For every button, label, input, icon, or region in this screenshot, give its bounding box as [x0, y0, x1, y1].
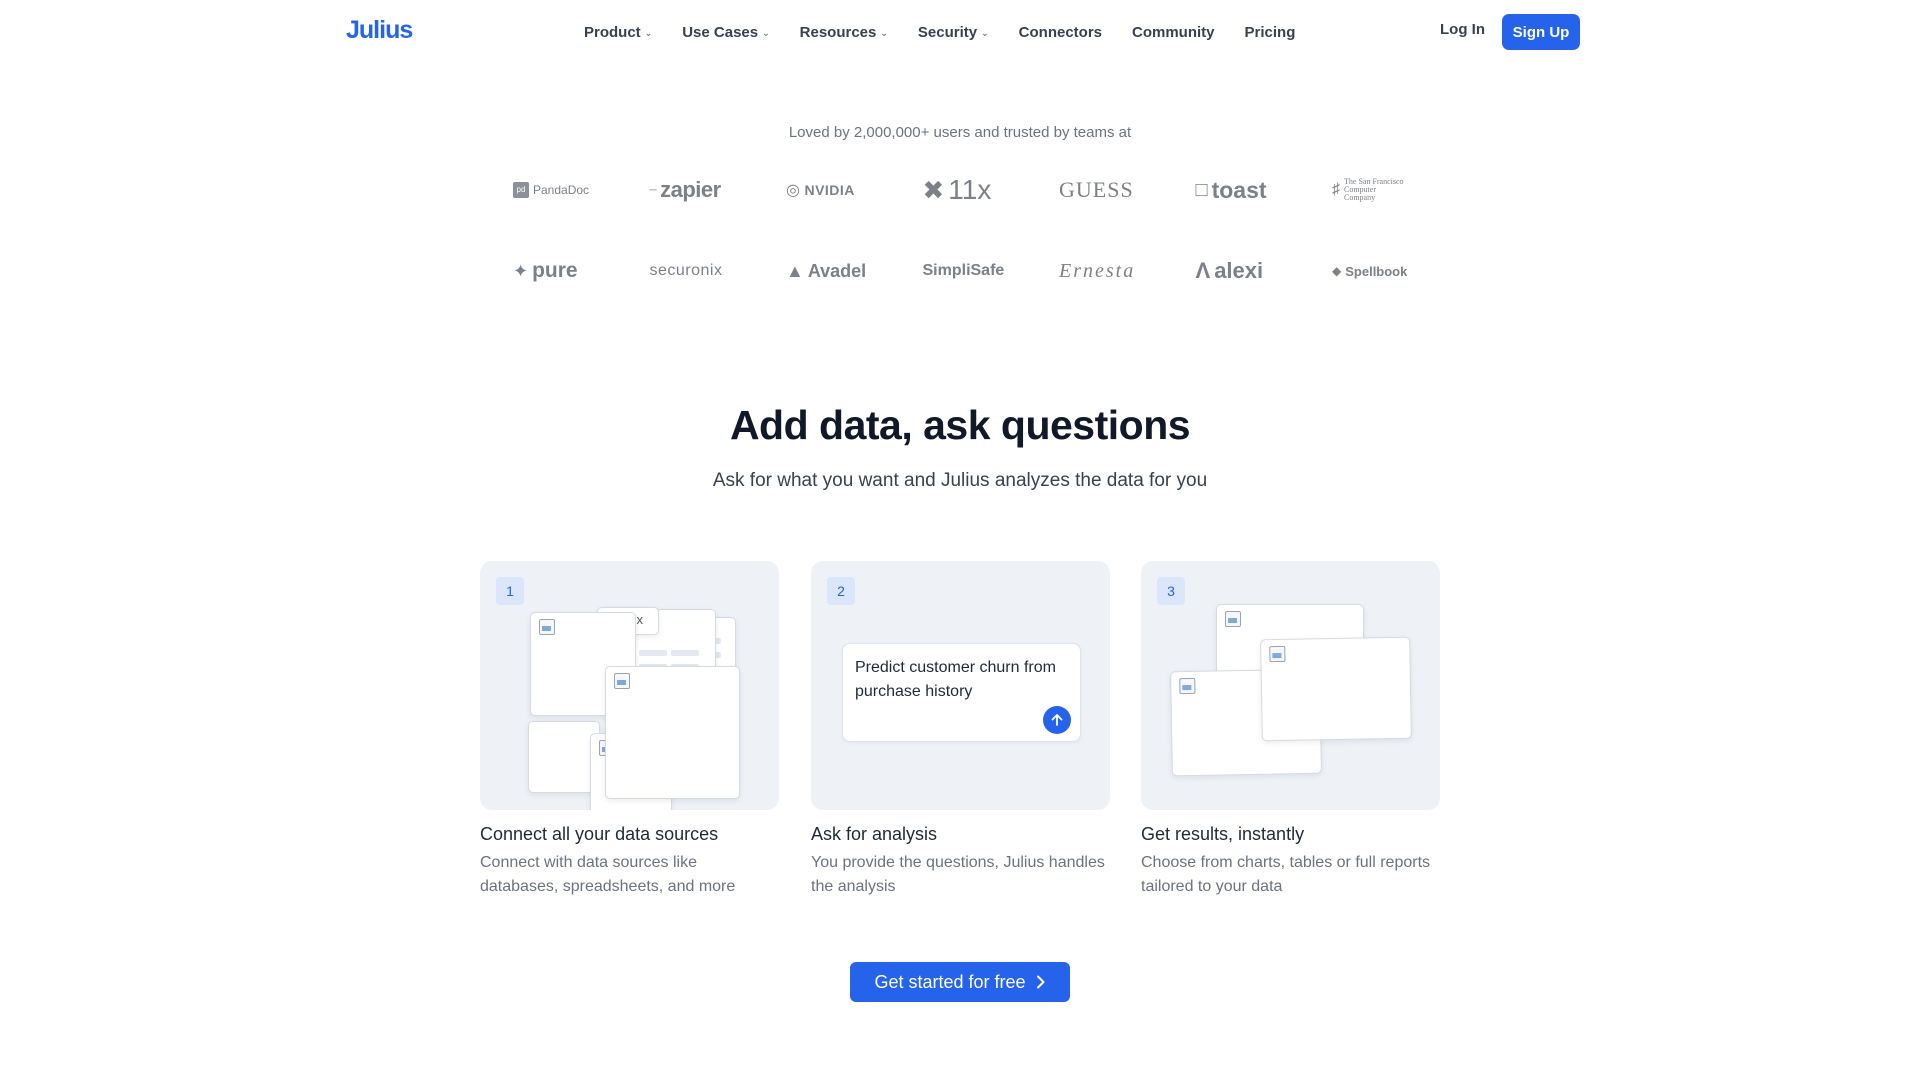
menu-community-label: Community	[1132, 23, 1215, 41]
menu-product-label: Product	[584, 23, 641, 41]
trust-tagline: Loved by 2,000,000+ users and trusted by…	[788, 124, 1132, 141]
chevron-down-icon: ⌄	[644, 27, 653, 38]
step-card-connect: 1 sx Connect all your data sources Conne…	[480, 561, 779, 899]
menu-security-label: Security	[917, 23, 978, 41]
droplet-icon: ▲	[786, 260, 804, 281]
login-link[interactable]: Log In	[1440, 21, 1485, 38]
menu-use-cases-label: Use Cases	[682, 23, 759, 41]
nvidia-logo: ◎ NVIDIA	[786, 182, 855, 199]
pure-logo: ✦ pure	[513, 259, 578, 282]
menu-connectors[interactable]: Connectors	[1019, 24, 1102, 41]
simplisafe-logo: SimpliSafe	[922, 262, 1005, 279]
prompt-text: Predict customer churn from purchase his…	[855, 659, 1056, 700]
top-navigation: Julius Product ⌄ Use Cases ⌄ Resources ⌄…	[0, 0, 1920, 64]
section-subtitle: Ask for what you want and Julius analyze…	[712, 470, 1208, 491]
ernesta-logo: Ernesta	[1059, 259, 1136, 282]
alexi-logo: Λalexi	[1195, 258, 1264, 283]
customer-logos: pd PandaDoc ─ zapier ◎ NVIDIA ✖ 11x GUESS □ t…	[513, 174, 1413, 286]
prompt-input[interactable]: Predict customer churn from purchase his…	[842, 643, 1081, 742]
menu-resources[interactable]: Resources ⌄	[800, 24, 888, 41]
zapier-logo: ─ zapier	[649, 177, 722, 202]
data-source-card	[605, 666, 740, 799]
spark-icon: ✦	[513, 260, 529, 281]
spellbook-logo: ◆ Spellbook	[1332, 263, 1408, 279]
chevron-down-icon: ⌄	[762, 27, 770, 38]
chevron-down-icon: ⌄	[981, 27, 989, 38]
menu-pricing-label: Pricing	[1244, 23, 1296, 41]
step-illustration-ask: 2 Predict customer churn from purchase h…	[811, 561, 1110, 810]
menu-community[interactable]: Community	[1132, 24, 1215, 41]
toast-logo: □ toast	[1195, 176, 1267, 203]
image-placeholder-icon	[1269, 645, 1286, 663]
get-started-label: Get started for free	[874, 971, 1026, 992]
step-description: You provide the questions, Julius handle…	[811, 854, 1105, 895]
step-description: Connect with data sources like databases…	[480, 854, 736, 895]
step-card-ask: 2 Predict customer churn from purchase h…	[811, 561, 1110, 899]
building-icon: ♯	[1332, 181, 1340, 198]
step-title: Connect all your data sources	[480, 824, 719, 844]
menu-resources-label: Resources	[799, 23, 877, 41]
securonix-logo: securonix	[649, 262, 723, 279]
signup-button[interactable]: Sign Up	[1502, 14, 1580, 50]
image-placeholder-icon	[614, 673, 630, 689]
guess-logo: GUESS	[1059, 177, 1134, 202]
julius-logo[interactable]: Julius	[346, 16, 413, 45]
step-description: Choose from charts, tables or full repor…	[1141, 854, 1431, 895]
get-started-button[interactable]: Get started for free	[850, 962, 1070, 1002]
menu-use-cases[interactable]: Use Cases ⌄	[682, 24, 769, 41]
image-placeholder-icon	[1225, 611, 1241, 627]
arrow-up-icon	[1051, 714, 1063, 726]
section-title: Add data, ask questions	[729, 402, 1191, 448]
image-placeholder-icon	[539, 619, 555, 635]
step-illustration-results: 3	[1141, 561, 1440, 810]
zapier-icon: ─	[649, 184, 657, 196]
toast-icon: □	[1195, 178, 1208, 201]
send-button[interactable]	[1043, 706, 1071, 734]
pandadoc-logo: pd PandaDoc	[513, 175, 650, 205]
chevron-down-icon: ⌄	[880, 27, 888, 38]
main-menu: Product ⌄ Use Cases ⌄ Resources ⌄ Securi…	[584, 0, 1325, 64]
pandadoc-icon: pd	[513, 182, 529, 198]
step-title: Get results, instantly	[1141, 824, 1305, 844]
spellbook-icon: ◆	[1332, 264, 1342, 278]
step-number-badge: 3	[1157, 577, 1185, 605]
11x-logo: ✖ 11x	[922, 174, 992, 205]
nvidia-eye-icon: ◎	[786, 182, 801, 199]
11x-icon: ✖	[922, 174, 945, 205]
chevron-right-icon	[1036, 975, 1045, 989]
step-card-results: 3 Get results, instantly Choose from cha…	[1141, 561, 1440, 899]
menu-connectors-label: Connectors	[1018, 23, 1103, 41]
alexi-icon: Λ	[1195, 258, 1211, 283]
sf-computer-company-logo: ♯ The San Francisco Computer Company	[1332, 177, 1404, 202]
menu-product[interactable]: Product ⌄	[584, 24, 652, 41]
menu-pricing[interactable]: Pricing	[1245, 24, 1296, 41]
step-number-badge: 1	[496, 577, 524, 605]
avadel-logo: ▲ Avadel	[786, 260, 867, 281]
image-placeholder-icon	[1179, 677, 1196, 695]
step-title: Ask for analysis	[811, 824, 938, 844]
result-report-card	[1260, 636, 1412, 742]
step-number-badge: 2	[827, 577, 855, 605]
step-illustration-connect: 1 sx	[480, 561, 779, 810]
menu-security[interactable]: Security ⌄	[918, 24, 989, 41]
